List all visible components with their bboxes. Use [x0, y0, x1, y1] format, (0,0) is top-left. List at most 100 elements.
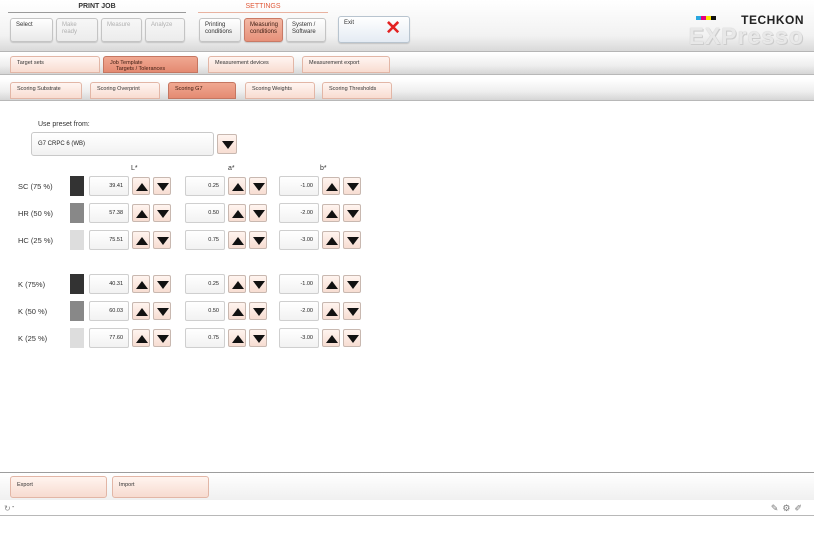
- make-ready-button[interactable]: Make ready: [56, 18, 98, 42]
- a-increment-button[interactable]: [228, 204, 246, 222]
- l-decrement-button[interactable]: [153, 177, 171, 195]
- row-label: HC (25 %): [18, 236, 54, 245]
- b-decrement-button[interactable]: [343, 231, 361, 249]
- l-decrement-button[interactable]: [153, 329, 171, 347]
- l-value-field[interactable]: 75.51: [89, 230, 129, 250]
- a-increment-button[interactable]: [228, 302, 246, 320]
- triangle-down-icon: [253, 237, 265, 245]
- l-increment-button[interactable]: [132, 231, 150, 249]
- b-increment-button[interactable]: [322, 204, 340, 222]
- color-swatch: [70, 176, 84, 196]
- b-increment-button[interactable]: [322, 329, 340, 347]
- a-value-field[interactable]: 0.75: [185, 230, 225, 250]
- b-increment-button[interactable]: [322, 177, 340, 195]
- l-increment-button[interactable]: [132, 275, 150, 293]
- l-value-field[interactable]: 39.41: [89, 176, 129, 196]
- top-toolbar: PRINT JOB SETTINGS Select Make ready Mea…: [0, 0, 814, 52]
- a-decrement-button[interactable]: [249, 329, 267, 347]
- triangle-down-icon: [347, 308, 359, 316]
- a-value-field[interactable]: 0.25: [185, 274, 225, 294]
- tab-scoring-g7[interactable]: Scoring G7: [168, 82, 236, 99]
- a-value-field[interactable]: 0.25: [185, 176, 225, 196]
- import-button[interactable]: Import: [112, 476, 209, 498]
- a-decrement-button[interactable]: [249, 231, 267, 249]
- triangle-up-icon: [326, 308, 338, 316]
- b-decrement-button[interactable]: [343, 204, 361, 222]
- l-increment-button[interactable]: [132, 204, 150, 222]
- triangle-down-icon: [253, 183, 265, 191]
- b-value-field[interactable]: -1.00: [279, 274, 319, 294]
- a-increment-button[interactable]: [228, 231, 246, 249]
- l-value-field[interactable]: 57.38: [89, 203, 129, 223]
- a-increment-button[interactable]: [228, 329, 246, 347]
- measuring-conditions-label-1: Measuring: [250, 22, 279, 28]
- b-value-field[interactable]: -3.00: [279, 328, 319, 348]
- tab-scoring-substrate[interactable]: Scoring Substrate: [10, 82, 82, 99]
- tab-scoring-overprint[interactable]: Scoring Overprint: [90, 82, 160, 99]
- b-decrement-button[interactable]: [343, 302, 361, 320]
- b-value-field[interactable]: -3.00: [279, 230, 319, 250]
- triangle-down-icon: [347, 210, 359, 218]
- tab-scoring-weights[interactable]: Scoring Weights: [245, 82, 315, 99]
- a-value-field[interactable]: 0.50: [185, 301, 225, 321]
- system-software-button[interactable]: System / Software: [286, 18, 326, 42]
- l-decrement-button[interactable]: [153, 275, 171, 293]
- b-value-field[interactable]: -2.00: [279, 301, 319, 321]
- status-text: -: [12, 504, 15, 511]
- l-decrement-button[interactable]: [153, 204, 171, 222]
- select-button[interactable]: Select: [10, 18, 53, 42]
- printing-conditions-button[interactable]: Printing conditions: [199, 18, 241, 42]
- a-decrement-button[interactable]: [249, 275, 267, 293]
- b-value-field[interactable]: -1.00: [279, 176, 319, 196]
- l-decrement-button[interactable]: [153, 302, 171, 320]
- export-button[interactable]: Export: [10, 476, 107, 498]
- measuring-conditions-button[interactable]: Measuring conditions: [244, 18, 283, 42]
- b-increment-button[interactable]: [322, 231, 340, 249]
- l-increment-button[interactable]: [132, 329, 150, 347]
- triangle-down-icon: [347, 281, 359, 289]
- a-increment-button[interactable]: [228, 275, 246, 293]
- triangle-up-icon: [136, 335, 148, 343]
- tab-scoring-thresholds[interactable]: Scoring Thresholds: [322, 82, 392, 99]
- l-value-field[interactable]: 60.03: [89, 301, 129, 321]
- l-decrement-button[interactable]: [153, 231, 171, 249]
- printing-conditions-label-1: Printing: [205, 22, 226, 28]
- system-software-label-1: System /: [292, 22, 316, 28]
- b-increment-button[interactable]: [322, 275, 340, 293]
- l-increment-button[interactable]: [132, 177, 150, 195]
- a-increment-button[interactable]: [228, 177, 246, 195]
- triangle-up-icon: [326, 281, 338, 289]
- a-decrement-button[interactable]: [249, 302, 267, 320]
- triangle-down-icon: [347, 335, 359, 343]
- triangle-up-icon: [326, 210, 338, 218]
- preset-select[interactable]: G7 CRPC 6 (WB): [31, 132, 214, 156]
- a-value-field[interactable]: 0.75: [185, 328, 225, 348]
- preset-dropdown-button[interactable]: [217, 134, 237, 154]
- column-header-a: a*: [228, 165, 235, 172]
- triangle-up-icon: [136, 281, 148, 289]
- b-decrement-button[interactable]: [343, 177, 361, 195]
- triangle-up-icon: [232, 335, 244, 343]
- exit-button[interactable]: Exit ✕: [338, 16, 410, 43]
- l-value-field[interactable]: 77.60: [89, 328, 129, 348]
- print-job-group-label: PRINT JOB: [78, 3, 116, 10]
- analyze-button[interactable]: Analyze: [145, 18, 185, 42]
- b-value-field[interactable]: -2.00: [279, 203, 319, 223]
- triangle-up-icon: [232, 183, 244, 191]
- b-decrement-button[interactable]: [343, 329, 361, 347]
- b-decrement-button[interactable]: [343, 275, 361, 293]
- column-header-l: L*: [131, 165, 138, 172]
- l-increment-button[interactable]: [132, 302, 150, 320]
- tab-measurement-export[interactable]: Measurement export: [302, 56, 390, 73]
- a-decrement-button[interactable]: [249, 177, 267, 195]
- measure-button[interactable]: Measure: [101, 18, 142, 42]
- l-value-field[interactable]: 40.31: [89, 274, 129, 294]
- a-decrement-button[interactable]: [249, 204, 267, 222]
- scoring-tab-row: Scoring Substrate Scoring Overprint Scor…: [0, 79, 814, 101]
- color-swatch: [70, 203, 84, 223]
- tab-measurement-devices[interactable]: Measurement devices: [208, 56, 294, 73]
- tab-job-template[interactable]: Job Template Targets / Tolerances: [103, 56, 198, 73]
- tab-target-sets[interactable]: Target sets: [10, 56, 100, 73]
- b-increment-button[interactable]: [322, 302, 340, 320]
- a-value-field[interactable]: 0.50: [185, 203, 225, 223]
